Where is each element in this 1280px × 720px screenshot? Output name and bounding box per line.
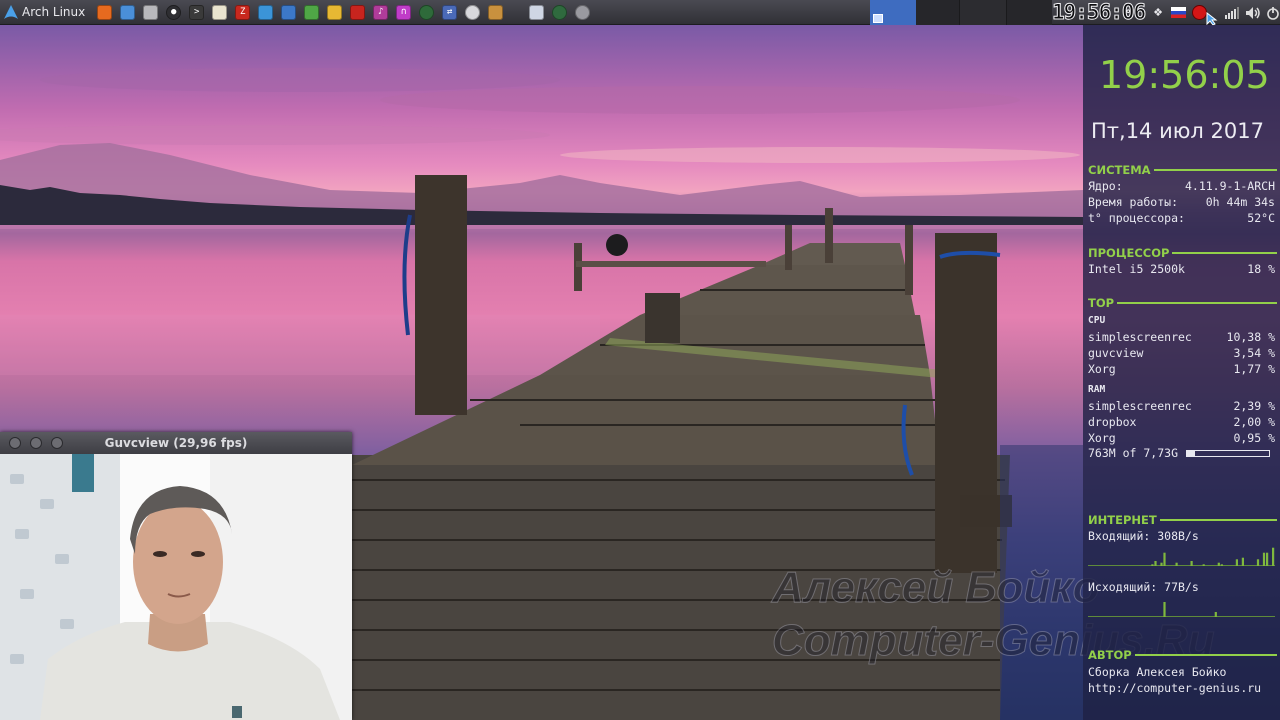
taskbar (870, 0, 1053, 25)
top-cpu-label: CPU (1088, 315, 1106, 326)
writer-icon[interactable] (258, 4, 274, 20)
graph-bar (1190, 561, 1193, 566)
power-menu-icon[interactable] (1266, 5, 1280, 20)
panel-clock[interactable]: 19:56:06 (1051, 0, 1146, 25)
graph-bar (1151, 564, 1154, 566)
process-row: dropbox 2,00 % (1088, 415, 1275, 429)
graph-bar (1163, 552, 1166, 566)
graph-bar (1202, 564, 1205, 566)
signal-icon[interactable] (1225, 5, 1239, 20)
terminal-icon[interactable]: > (189, 4, 205, 20)
process-row: simplescreenrec 2,39 % (1088, 399, 1275, 413)
headphones-icon[interactable]: ∩ (396, 4, 412, 20)
webcam-preview (0, 454, 352, 720)
audio-player-icon[interactable]: ♪ (373, 4, 389, 20)
launcher-bar: ● > Z ♪ ∩ ⇄ (97, 4, 591, 20)
web-browser-icon[interactable] (552, 4, 568, 20)
graph-bar (1262, 552, 1266, 566)
memory-usage-bar (1186, 450, 1271, 457)
download-speed-row: Входящий: 308B/s (1088, 529, 1199, 543)
cpu-usage-row: Intel i5 2500k 18 % (1088, 262, 1275, 276)
package-icon[interactable] (488, 4, 504, 20)
camera-icon[interactable]: ● (166, 4, 182, 20)
cpu-temp-row: t° процессора: 52°C (1088, 211, 1275, 225)
window-icon[interactable] (529, 4, 545, 20)
process-row: simplescreenrec 10,38 % (1088, 330, 1275, 344)
section-internet: ИНТЕРНЕТ (1088, 513, 1277, 527)
graph-bar (1154, 561, 1157, 566)
text-editor-icon[interactable] (212, 4, 228, 20)
file-manager-icon[interactable] (143, 4, 159, 20)
graph-bar (1241, 557, 1244, 566)
network-icon[interactable]: ⇄ (442, 4, 458, 20)
graph-bar (1163, 602, 1166, 617)
uptime-row: Время работы: 0h 44m 34s (1088, 195, 1275, 209)
top-panel: Arch Linux ● > Z ♪ ∩ ⇄ 19:56:06 ❖ (0, 0, 1280, 26)
section-system: СИСТЕМА (1088, 163, 1277, 177)
graph-bar (1272, 547, 1275, 566)
conky-time: 19:56:05 (1099, 53, 1270, 97)
process-row: Xorg 0,95 % (1088, 431, 1275, 445)
application-menu-button[interactable]: Arch Linux (0, 0, 91, 25)
cursor-pointer-icon (1205, 11, 1219, 26)
globe-icon[interactable] (419, 4, 435, 20)
menu-label: Arch Linux (22, 5, 86, 19)
conky-date: Пт,14 июл 2017 (1091, 119, 1264, 143)
graph-bar (1235, 559, 1238, 566)
watermark-author: Алексей Бойко (771, 563, 1100, 613)
graph-bar (1256, 559, 1260, 566)
process-row: guvcview 3,54 % (1088, 346, 1275, 360)
dropbox-icon[interactable]: ❖ (1151, 5, 1165, 20)
chromium-icon[interactable] (120, 4, 136, 20)
upload-speed-row: Исходящий: 77B/s (1088, 580, 1199, 594)
filezilla-icon[interactable]: Z (235, 4, 251, 20)
section-author: АВТОР (1088, 648, 1277, 662)
download-graph (1088, 547, 1275, 566)
kernel-row: Ядро: 4.11.9-1-ARCH (1088, 179, 1275, 193)
keyboard-layout-ru-flag-icon[interactable] (1171, 5, 1186, 20)
document-viewer-icon[interactable] (281, 4, 297, 20)
graph-bar (1175, 562, 1178, 566)
graph-bar (1220, 564, 1223, 566)
memory-usage-row: 763M of 7,73G (1088, 446, 1275, 461)
window-titlebar[interactable]: Guvcview (29,96 fps) (0, 432, 352, 454)
process-row: Xorg 1,77 % (1088, 362, 1275, 376)
top-ram-label: RAM (1088, 384, 1106, 395)
graph-bar (1217, 562, 1220, 566)
taskbar-workspace[interactable] (959, 0, 1006, 25)
spreadsheet-icon[interactable] (304, 4, 320, 20)
webcam-image (0, 454, 352, 720)
firefox-icon[interactable] (97, 4, 113, 20)
taskbar-workspace[interactable] (915, 0, 960, 25)
upload-graph (1088, 602, 1275, 617)
image-viewer-icon[interactable] (327, 4, 343, 20)
conky-system-monitor: 19:56:05 Пт,14 июл 2017 СИСТЕМА Ядро: 4.1… (1083, 25, 1280, 720)
arch-logo-icon (4, 5, 18, 19)
graph-bar (1214, 612, 1217, 617)
taskbar-workspace[interactable] (1005, 0, 1053, 25)
taskbar-workspace-active[interactable] (870, 0, 916, 25)
author-line: Сборка Алексея Бойко (1088, 665, 1227, 679)
window-title: Guvcview (29,96 fps) (104, 436, 248, 450)
section-processor: ПРОЦЕССОР (1088, 246, 1277, 260)
system-tray: 19:56:06 ❖ (1051, 0, 1280, 26)
cherrytree-icon[interactable] (350, 4, 366, 20)
volume-icon[interactable] (1245, 5, 1260, 20)
section-top: TOP (1088, 296, 1277, 310)
author-url: http://computer-genius.ru (1088, 681, 1262, 695)
settings-icon[interactable] (465, 4, 481, 20)
power-icon[interactable] (575, 4, 591, 20)
graph-bar (1160, 562, 1163, 566)
guvcview-window[interactable]: Guvcview (29,96 fps) (0, 432, 352, 720)
graph-bar (1266, 552, 1269, 566)
